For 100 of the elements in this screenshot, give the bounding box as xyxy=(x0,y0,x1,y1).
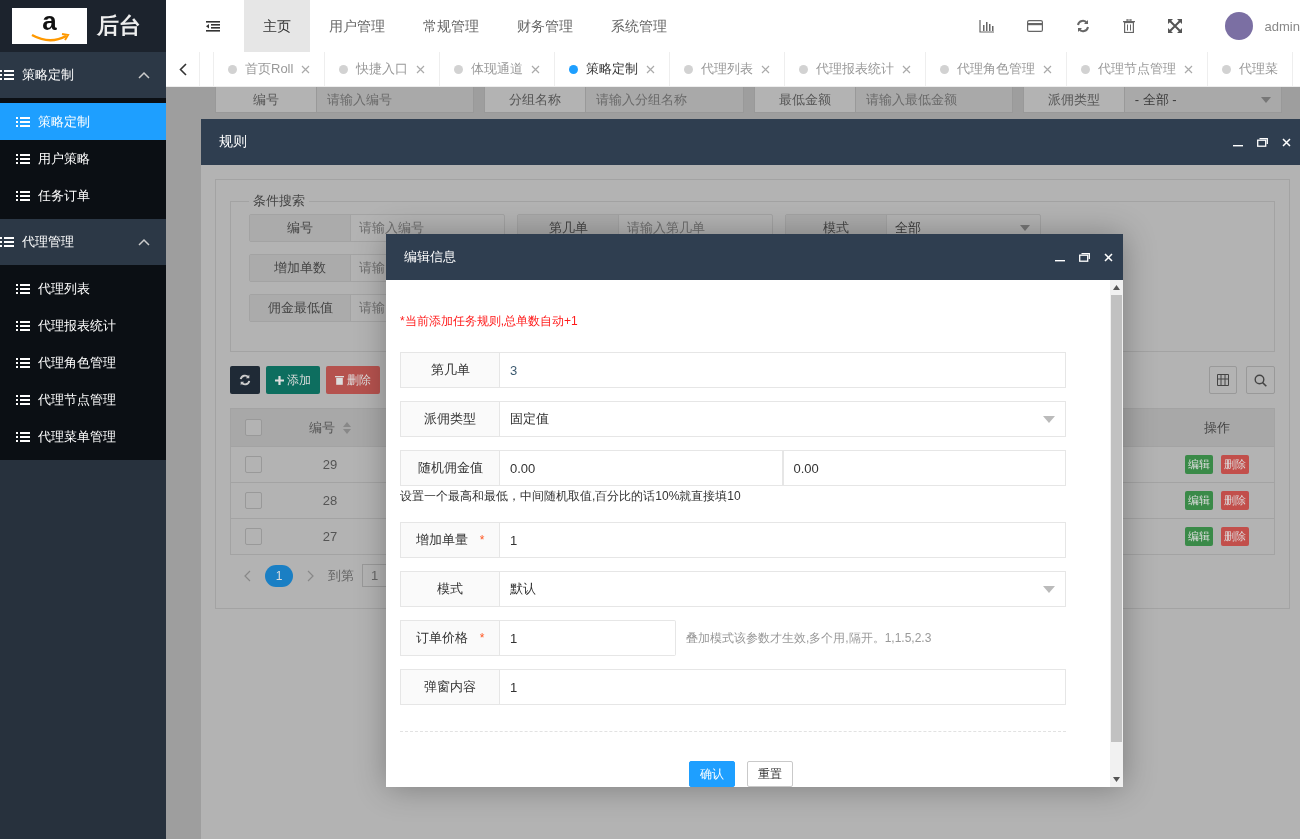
page-tab[interactable]: 体现通道 xyxy=(440,52,556,86)
search-button[interactable] xyxy=(1246,366,1275,394)
reset-button[interactable]: 重置 xyxy=(746,761,793,787)
caret-icon xyxy=(138,238,150,246)
field-label: 随机佣金值 xyxy=(400,450,500,486)
scroll-up-icon[interactable] xyxy=(1113,285,1120,290)
nav-item[interactable]: 系统管理 xyxy=(592,0,686,52)
sidebar-item[interactable]: 代理节点管理 xyxy=(0,381,166,418)
status-dot-icon xyxy=(569,64,579,74)
page-tab[interactable]: 代理角色管理 xyxy=(926,52,1068,86)
checkbox[interactable] xyxy=(244,456,262,473)
chart-icon[interactable] xyxy=(978,19,994,33)
user-name[interactable]: admin xyxy=(1264,18,1300,34)
input-field[interactable]: 1 xyxy=(500,522,1066,558)
list-icon xyxy=(16,356,30,369)
list-icon xyxy=(0,69,14,81)
maximize-icon[interactable] xyxy=(1079,252,1090,262)
column-header[interactable]: 编号 xyxy=(309,418,335,437)
page-tab[interactable]: 代理列表 xyxy=(670,52,786,86)
grid-icon xyxy=(1217,374,1229,386)
sidebar-item[interactable]: 策略定制 xyxy=(0,103,166,140)
search-field[interactable]: 派佣类型 - 全部 - xyxy=(1022,87,1282,113)
delete-button[interactable]: 删除 xyxy=(1220,491,1249,510)
input-field[interactable]: 0.00 xyxy=(500,450,783,486)
columns-button[interactable] xyxy=(1209,366,1237,394)
field-label: 订单价格 * xyxy=(400,620,500,656)
field-label: 增加单量 * xyxy=(400,522,500,558)
scroll-down-icon[interactable] xyxy=(1113,777,1120,782)
status-dot-icon xyxy=(799,64,809,74)
sidebar-item[interactable]: 代理角色管理 xyxy=(0,344,166,381)
delete-button[interactable]: 删除 xyxy=(1220,455,1249,474)
input-field[interactable]: 1 xyxy=(500,620,676,656)
logo: a xyxy=(12,8,87,44)
input-field[interactable]: 3 xyxy=(500,352,1066,388)
input-field[interactable]: 1 xyxy=(500,669,1066,705)
sidebar-item[interactable]: 用户策略 xyxy=(0,140,166,177)
confirm-button[interactable]: 确认 xyxy=(688,761,735,787)
fullscreen-icon[interactable] xyxy=(1167,19,1182,33)
table-cell: 27 xyxy=(322,529,338,544)
edit-button[interactable]: 编辑 xyxy=(1184,527,1213,546)
avatar[interactable] xyxy=(1224,12,1253,40)
status-dot-icon xyxy=(940,64,950,74)
status-dot-icon xyxy=(228,64,237,74)
delete-button[interactable]: 删除 xyxy=(326,366,380,394)
nav-item[interactable]: 财务管理 xyxy=(498,0,592,52)
page-tab[interactable]: 快捷入口 xyxy=(325,52,441,86)
dropdown-arrow-icon xyxy=(1261,96,1271,103)
refresh-button[interactable] xyxy=(230,366,260,394)
list-icon xyxy=(16,393,30,406)
goto-label: 到第 xyxy=(328,566,354,585)
caret-icon xyxy=(138,71,150,79)
checkbox[interactable] xyxy=(244,419,262,436)
checkbox[interactable] xyxy=(244,528,262,545)
hint-text: 叠加模式该参数才生效,多个用,隔开。1,1.5,2.3 xyxy=(686,629,932,647)
list-icon xyxy=(16,152,30,165)
nav-item[interactable]: 用户管理 xyxy=(310,0,404,52)
add-button[interactable]: 添加 xyxy=(266,366,320,394)
page-tab[interactable]: 代理节点管理 xyxy=(1067,52,1209,86)
nav-item[interactable]: 主页 xyxy=(244,0,310,52)
nav-item[interactable]: 常规管理 xyxy=(404,0,498,52)
page-number[interactable]: 1 xyxy=(265,564,293,587)
page-tab[interactable]: 首页Roll xyxy=(214,52,326,86)
sidebar-item[interactable]: 代理列表 xyxy=(0,270,166,307)
delete-button[interactable]: 删除 xyxy=(1220,527,1249,546)
menu-group[interactable]: 策略定制 xyxy=(0,52,166,98)
list-icon xyxy=(16,115,30,128)
fieldset-legend: 条件搜索 xyxy=(249,192,309,210)
list-icon xyxy=(16,282,30,295)
card-icon[interactable] xyxy=(1026,20,1043,32)
status-dot-icon xyxy=(454,64,464,74)
refresh-icon[interactable] xyxy=(1075,19,1090,33)
list-icon xyxy=(0,236,14,248)
maximize-icon[interactable] xyxy=(1257,137,1268,147)
list-icon xyxy=(16,319,30,332)
status-dot-icon xyxy=(1081,64,1091,74)
input-field[interactable]: 0.00 xyxy=(782,450,1066,486)
refresh-icon xyxy=(239,374,251,386)
select-field[interactable]: 默认 xyxy=(500,571,1066,607)
dialog-title: 规则 xyxy=(219,133,248,151)
page-tab[interactable]: 策略定制 xyxy=(555,52,671,86)
menu-icon[interactable] xyxy=(206,20,220,32)
page-tab[interactable]: 代理菜 xyxy=(1208,52,1294,86)
search-icon xyxy=(1254,373,1267,387)
select-field[interactable]: 固定值 xyxy=(500,401,1066,437)
sidebar-item[interactable]: 代理报表统计 xyxy=(0,307,166,344)
field-label: 弹窗内容 xyxy=(400,669,500,705)
edit-button[interactable]: 编辑 xyxy=(1184,491,1213,510)
status-dot-icon xyxy=(684,64,694,74)
column-header: 操作 xyxy=(1203,418,1230,437)
trash-icon[interactable] xyxy=(1122,19,1135,33)
scrollbar[interactable] xyxy=(1110,280,1123,787)
page-tab[interactable]: 代理报表统计 xyxy=(785,52,927,86)
sidebar-item[interactable]: 代理菜单管理 xyxy=(0,418,166,455)
status-dot-icon xyxy=(1222,64,1232,74)
checkbox[interactable] xyxy=(244,492,262,509)
sidebar-item[interactable]: 任务订单 xyxy=(0,177,166,214)
edit-button[interactable]: 编辑 xyxy=(1184,455,1213,474)
help-text: 设置一个最高和最低，中间随机取值,百分比的话10%就直接填10 xyxy=(400,488,742,505)
brand-title: 后台 xyxy=(97,12,141,40)
menu-group[interactable]: 代理管理 xyxy=(0,219,166,265)
